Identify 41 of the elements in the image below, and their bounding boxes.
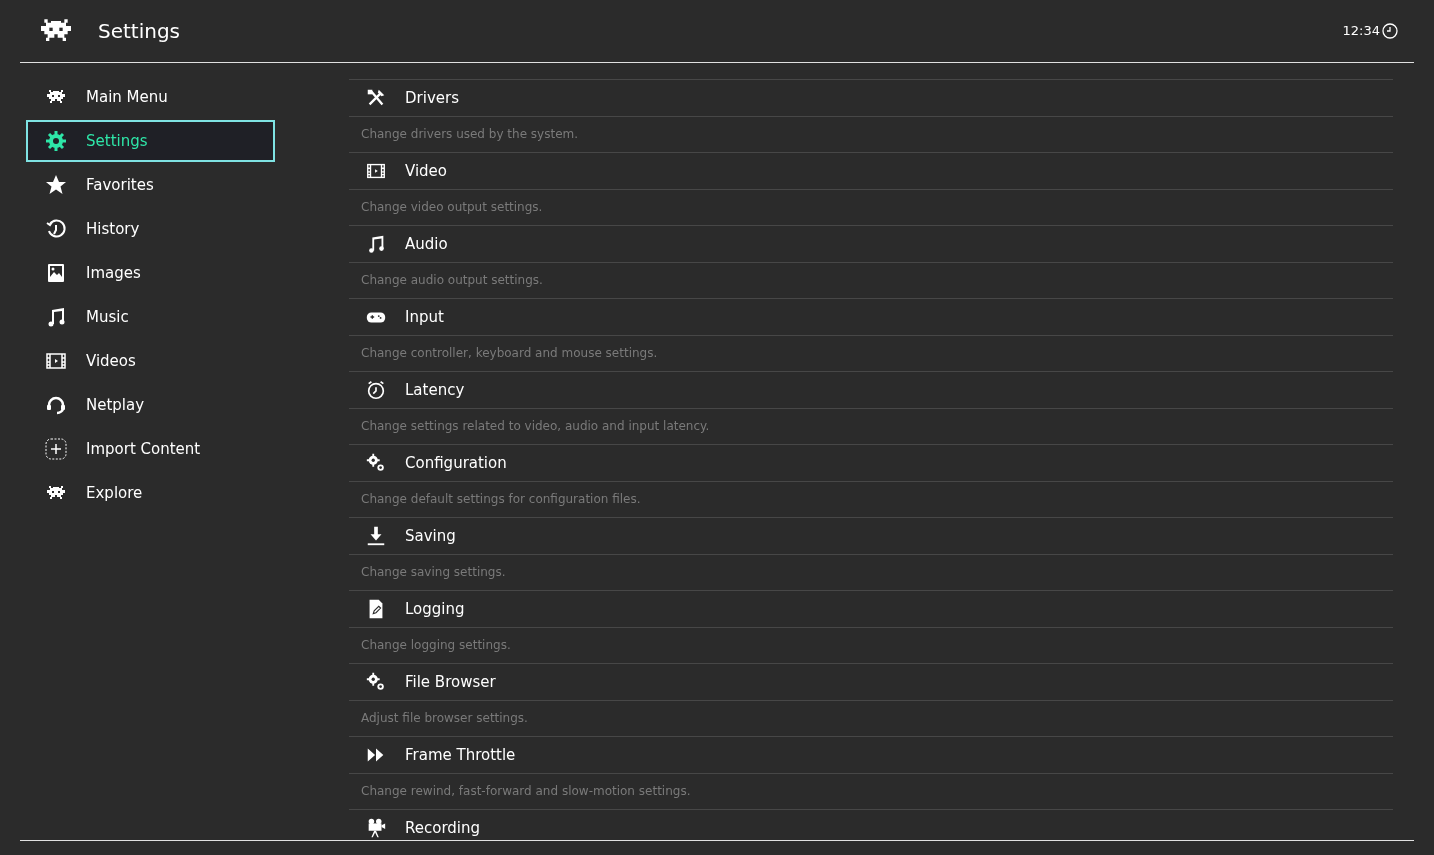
gears-icon xyxy=(365,670,387,693)
setting-description: Change settings related to video, audio and input latency. xyxy=(361,418,710,436)
menu-row[interactable]: Audio xyxy=(349,225,1393,262)
menu-row[interactable]: Recording xyxy=(349,809,1393,846)
download-icon xyxy=(365,524,387,547)
setting-description: Change drivers used by the system. xyxy=(361,126,579,144)
sidebar-item[interactable]: Settings xyxy=(26,120,275,162)
setting-description: Change saving settings. xyxy=(361,564,506,582)
setting-description: Change default settings for configuration files. xyxy=(361,491,641,509)
setting-description: Change controller, keyboard and mouse settings. xyxy=(361,345,658,363)
setting-description: Change video output settings. xyxy=(361,199,543,217)
menu-row[interactable]: Video xyxy=(349,152,1393,189)
setting-description: Change audio output settings. xyxy=(361,272,543,290)
sidebar-item[interactable]: History xyxy=(26,208,275,250)
gears-icon xyxy=(365,451,387,474)
history-icon xyxy=(44,217,68,241)
sidebar-item[interactable]: Favorites xyxy=(26,164,275,206)
menu-row[interactable]: Latency xyxy=(349,371,1393,408)
clock-text: 12:34 xyxy=(1342,22,1380,41)
menu-row[interactable]: Drivers xyxy=(349,79,1393,116)
setting-description: Change rewind, fast-forward and slow-motion settings. xyxy=(361,783,691,801)
sidebar-item[interactable]: Explore xyxy=(26,472,275,514)
sidebar-item[interactable]: Main Menu xyxy=(26,76,275,118)
plus-icon xyxy=(44,437,68,461)
stopwatch-icon xyxy=(365,378,387,401)
menu-row[interactable]: Configuration xyxy=(349,444,1393,481)
sidebar-item[interactable]: Images xyxy=(26,252,275,294)
gear-icon xyxy=(44,129,68,153)
setting-description: Adjust file browser settings. xyxy=(361,710,528,728)
menu-row[interactable]: Saving xyxy=(349,517,1393,554)
page-title: Settings xyxy=(98,18,181,45)
clock-icon xyxy=(1382,23,1398,39)
menu-row[interactable]: Input xyxy=(349,298,1393,335)
menu-row[interactable]: File Browser xyxy=(349,663,1393,700)
setting-description: Change logging settings. xyxy=(361,637,511,655)
sidebar-item[interactable]: Music xyxy=(26,296,275,338)
sidebar-item[interactable]: Netplay xyxy=(26,384,275,426)
sidebar-item[interactable]: Videos xyxy=(26,340,275,382)
menu-row[interactable]: Logging xyxy=(349,590,1393,627)
menu-row[interactable]: Frame Throttle xyxy=(349,736,1393,773)
sidebar-item[interactable]: Import Content xyxy=(26,428,275,470)
